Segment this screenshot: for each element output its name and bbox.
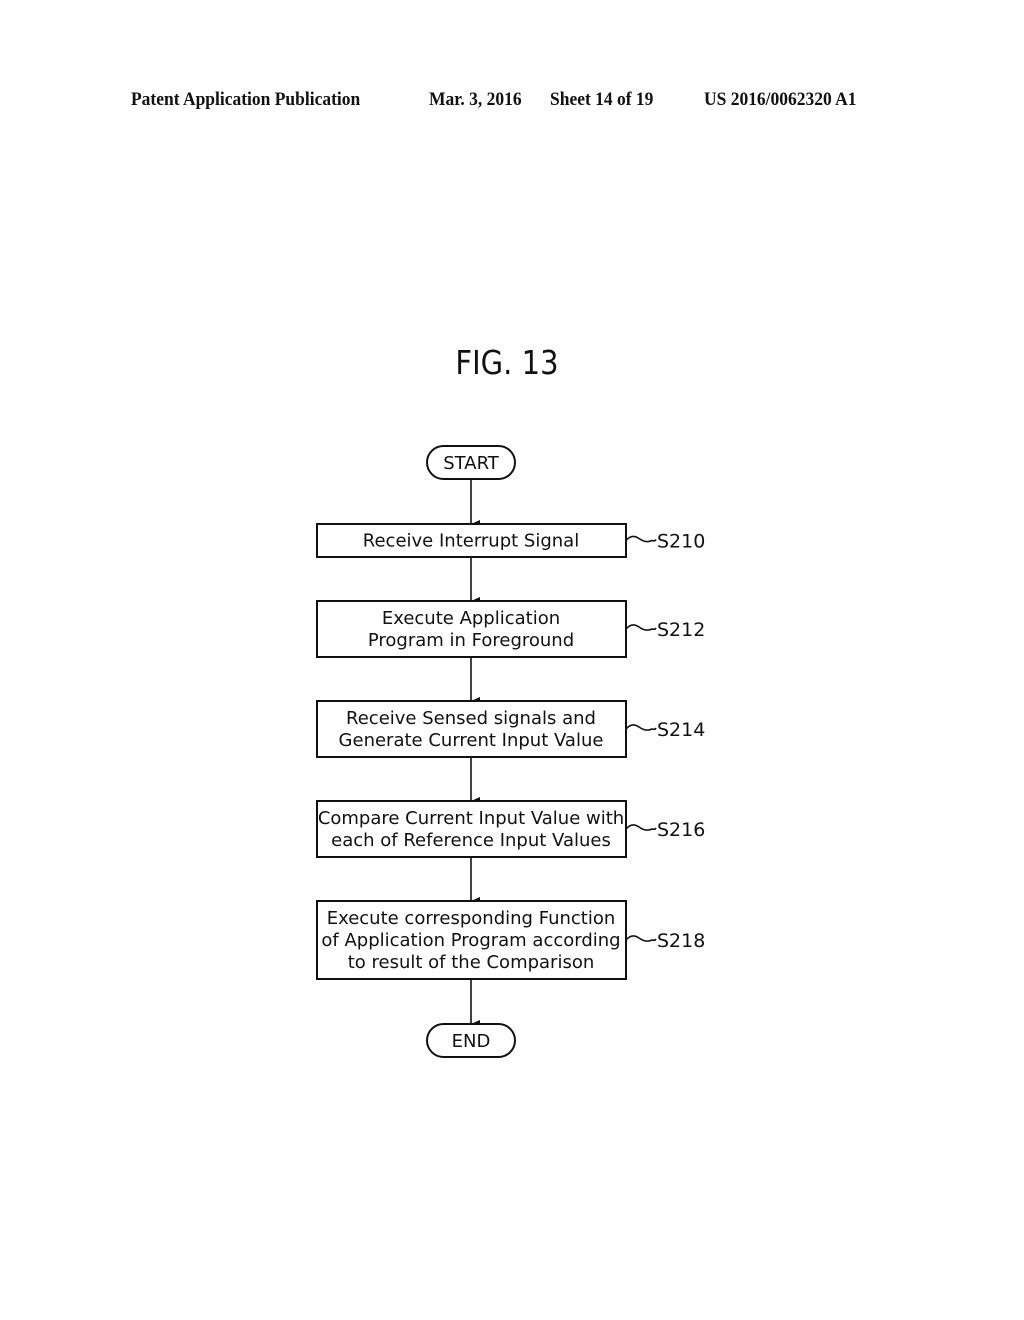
start-label: START (443, 453, 500, 474)
step-leader-line (625, 935, 657, 942)
step-leader-line (625, 824, 657, 831)
step-label-s218: S218 (657, 930, 705, 952)
flowchart: START Receive Interrupt Signal S210 Execute… (316, 445, 705, 1058)
step-leader-line (625, 535, 657, 543)
process-text-s218: Execute corresponding Function (327, 908, 616, 929)
step-label-s216: S216 (657, 819, 705, 841)
process-text-s216: each of Reference Input Values (331, 830, 611, 851)
step-label-s210: S210 (657, 531, 705, 553)
process-text-s210: Receive Interrupt Signal (363, 531, 579, 552)
process-text-s214: Receive Sensed signals and (346, 708, 596, 729)
process-text-s214: Generate Current Input Value (339, 730, 604, 751)
process-text-s212: Program in Foreground (368, 630, 574, 651)
end-label: END (452, 1031, 491, 1052)
step-leader-line (625, 624, 657, 631)
process-text-s218: of Application Program according (321, 930, 620, 951)
step-leader-line (625, 724, 657, 731)
step-label-s212: S212 (657, 619, 705, 641)
process-text-s212: Execute Application (382, 608, 560, 629)
process-text-s216: Compare Current Input Value with (318, 808, 624, 829)
step-label-s214: S214 (657, 719, 705, 741)
process-text-s218: to result of the Comparison (348, 952, 595, 973)
